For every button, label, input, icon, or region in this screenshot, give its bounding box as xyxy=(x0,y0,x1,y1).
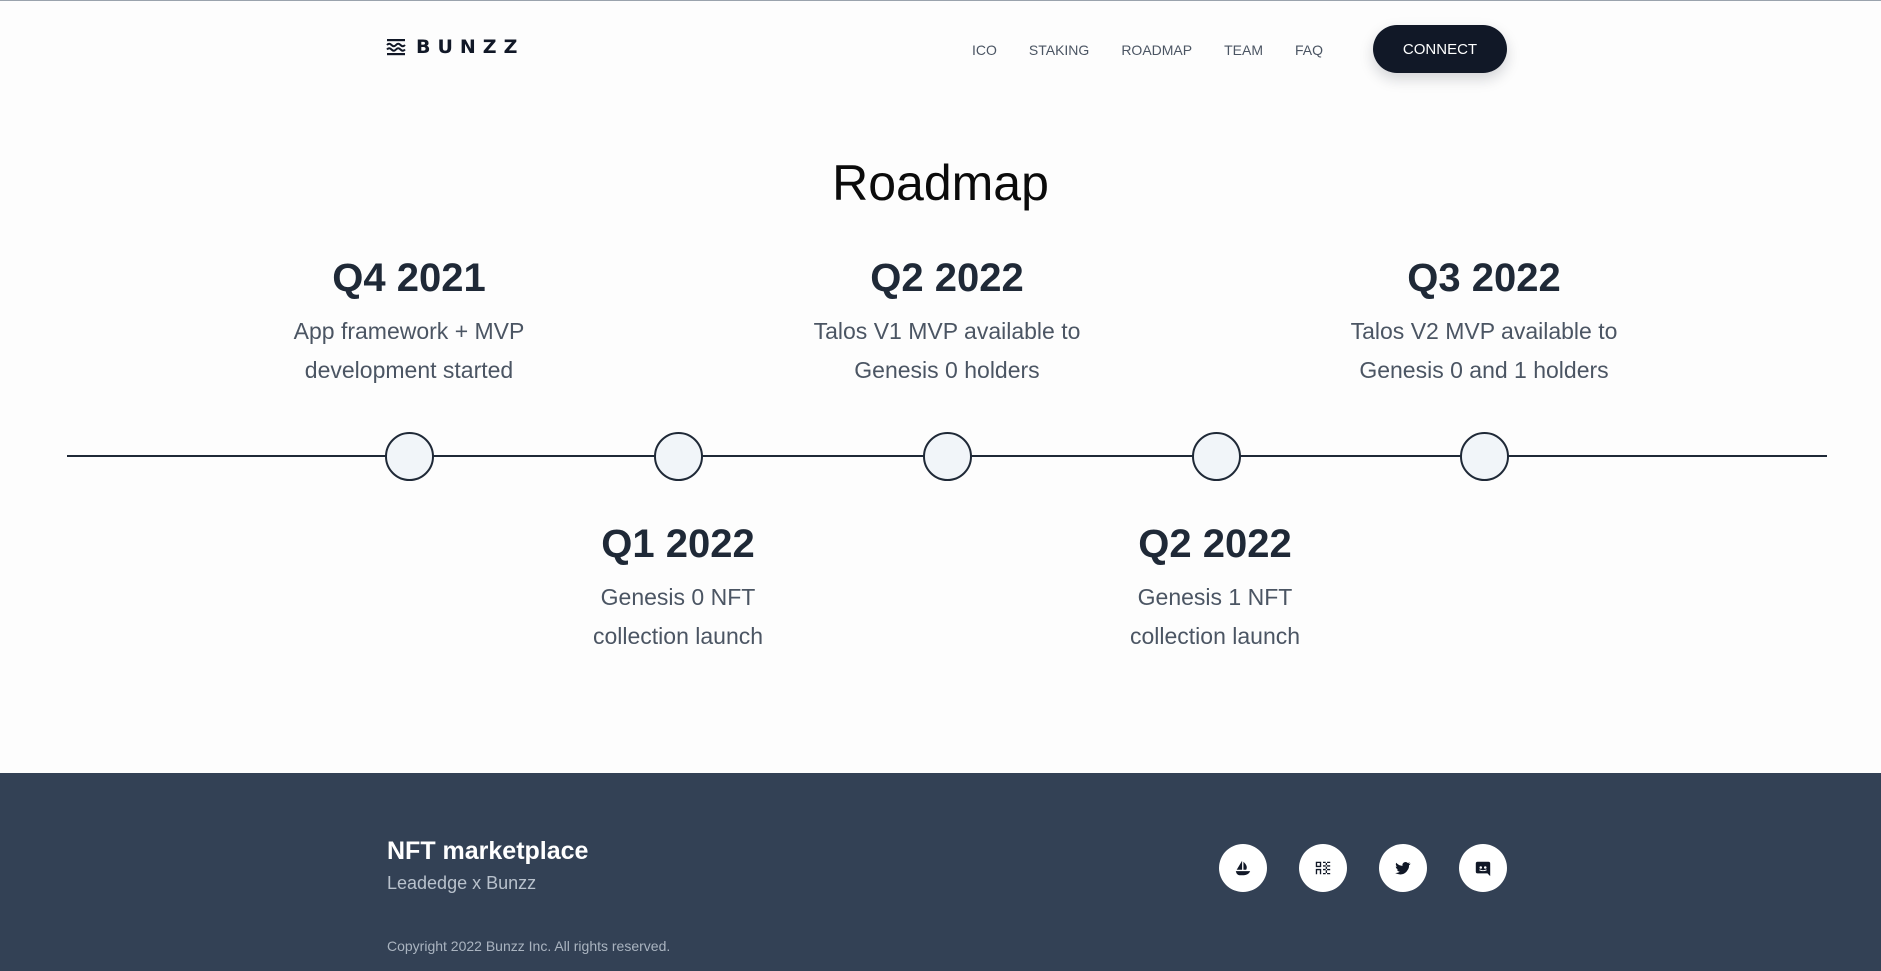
rarible-icon xyxy=(1315,861,1331,875)
twitter-button[interactable] xyxy=(1379,844,1427,892)
milestone-quarter: Q2 2022 xyxy=(870,256,1024,300)
milestone-line: collection launch xyxy=(1129,623,1301,649)
timeline-node xyxy=(654,432,703,481)
opensea-icon xyxy=(1235,860,1251,876)
timeline-node xyxy=(1460,432,1509,481)
milestone-line: Genesis 0 holders xyxy=(854,357,1040,383)
twitter-icon xyxy=(1395,862,1411,875)
milestone-quarter: Q3 2022 xyxy=(1407,256,1561,300)
header: BUNZZ ICO STAKING ROADMAP TEAM FAQ CONNE… xyxy=(0,1,1881,99)
milestone-q4-2021: Q4 2021 App framework + MVP development … xyxy=(239,254,579,390)
milestone-description: Talos V2 MVP available to Genesis 0 and … xyxy=(1314,312,1654,390)
nav-staking[interactable]: STAKING xyxy=(1029,41,1089,59)
discord-button[interactable] xyxy=(1459,844,1507,892)
milestone-line: Genesis 0 NFT xyxy=(600,584,756,610)
nav-faq[interactable]: FAQ xyxy=(1295,41,1323,59)
logo-text: BUNZZ xyxy=(416,36,525,58)
timeline-node xyxy=(385,432,434,481)
rarible-button[interactable] xyxy=(1299,844,1347,892)
roadmap-title: Roadmap xyxy=(832,155,1049,211)
timeline-node xyxy=(923,432,972,481)
milestone-line: App framework + MVP xyxy=(293,318,525,344)
milestone-description: Talos V1 MVP available to Genesis 0 hold… xyxy=(777,312,1117,390)
timeline-node xyxy=(1192,432,1241,481)
page: BUNZZ ICO STAKING ROADMAP TEAM FAQ CONNE… xyxy=(0,0,1881,971)
footer-title: NFT marketplace xyxy=(387,837,589,865)
milestone-q3-2022: Q3 2022 Talos V2 MVP available to Genesi… xyxy=(1314,254,1654,390)
main-nav: ICO STAKING ROADMAP TEAM FAQ xyxy=(972,41,1323,59)
milestone-line: Talos V2 MVP available to xyxy=(1350,318,1618,344)
opensea-button[interactable] xyxy=(1219,844,1267,892)
milestone-description: Genesis 0 NFT collection launch xyxy=(508,578,848,656)
footer: NFT marketplace Leadedge x Bunzz Copyrig… xyxy=(0,773,1881,971)
milestone-quarter: Q4 2021 xyxy=(332,256,486,300)
discord-icon xyxy=(1475,861,1491,877)
nav-ico[interactable]: ICO xyxy=(972,41,997,59)
footer-subtitle: Leadedge x Bunzz xyxy=(387,873,537,893)
copyright-text: Copyright 2022 Bunzz Inc. All rights res… xyxy=(387,938,671,954)
nav-roadmap[interactable]: ROADMAP xyxy=(1121,41,1192,59)
connect-button[interactable]: CONNECT xyxy=(1373,25,1507,73)
logo[interactable]: BUNZZ xyxy=(386,37,524,57)
milestone-line: Talos V1 MVP available to xyxy=(813,318,1081,344)
milestone-description: App framework + MVP development started xyxy=(239,312,579,390)
milestone-q2-2022-b: Q2 2022 Genesis 1 NFT collection launch xyxy=(1045,520,1385,656)
milestone-quarter: Q2 2022 xyxy=(1138,522,1292,566)
milestone-q1-2022: Q1 2022 Genesis 0 NFT collection launch xyxy=(508,520,848,656)
milestone-description: Genesis 1 NFT collection launch xyxy=(1045,578,1385,656)
milestone-line: development started xyxy=(304,357,514,383)
milestone-line: Genesis 0 and 1 holders xyxy=(1359,357,1609,383)
milestone-line: collection launch xyxy=(592,623,764,649)
milestone-q2-2022-a: Q2 2022 Talos V1 MVP available to Genesi… xyxy=(777,254,1117,390)
milestone-line: Genesis 1 NFT xyxy=(1137,584,1293,610)
nav-team[interactable]: TEAM xyxy=(1224,41,1263,59)
milestone-quarter: Q1 2022 xyxy=(601,522,755,566)
logo-waves-icon xyxy=(386,39,406,56)
